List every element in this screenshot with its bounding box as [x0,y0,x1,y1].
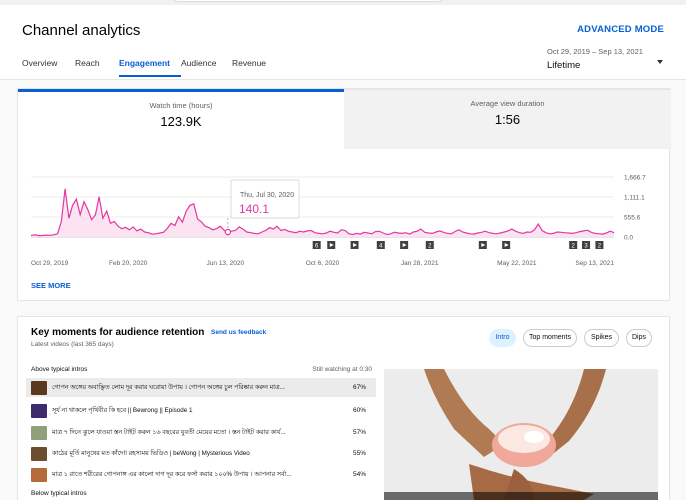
event-count-marker: 4 [376,241,385,250]
chart-area [31,188,614,237]
event-count-marker: 3 [582,241,591,250]
y-tick-label: 555.6 [624,215,641,222]
x-tick-label: Jan 28, 2021 [401,260,439,267]
send-feedback-link[interactable]: Send us feedback [211,329,266,336]
still-watching-label: Still watching at 0:30 [312,366,372,373]
video-thumbnail [31,380,47,395]
video-thumbnail [31,425,47,440]
event-count-marker: 2 [569,241,578,250]
video-frame-image [384,369,658,500]
key-moments-subtitle: Latest videos (last 365 days) [31,341,114,348]
retention-percent: 55% [352,450,366,457]
video-title: মাত্র ৭ দিনে ঝুলে যাওয়া স্তন টাইট করুন … [52,429,286,436]
tooltip-date: Thu, Jul 30, 2020 [240,192,294,199]
retention-percent: 60% [352,407,366,414]
x-tick-label: May 22, 2021 [497,260,537,267]
key-moments-title: Key moments for audience retention [31,327,205,338]
list-item[interactable]: মাত্র ১ রাতে শরীরের গোপনাঙ্গ এর কালো দাগ… [26,465,376,484]
retention-percent: 57% [352,429,366,436]
list-item[interactable]: কাঠের মূর্তি মানুষের মত কাঁদে!! রহস্যময়… [26,444,376,463]
chart-tooltip: Thu, Jul 30, 2020 140.1 [224,179,300,237]
x-axis-labels: Oct 29, 2019 Feb 20, 2020 Jun 13, 2020 Oct … [31,260,614,267]
see-more-link[interactable]: SEE MORE [31,281,71,290]
x-tick-label: Feb 20, 2020 [109,260,148,267]
y-tick-label: 1,666.7 [624,175,646,182]
play-marker-icon [327,241,336,249]
retention-percent: 54% [352,471,366,478]
below-typical-label: Below typical intros [31,490,87,497]
video-thumbnail [31,403,47,418]
play-marker-icon [502,241,511,249]
video-thumbnail [31,446,47,461]
y-tick-label: 1,111.1 [624,195,645,202]
play-marker-icon [350,241,359,249]
retention-percent: 67% [352,384,366,391]
y-tick-label: 0.0 [624,235,633,242]
event-markers: 642232 [312,241,604,250]
x-tick-label: Oct 6, 2020 [306,260,340,267]
y-axis-labels: 1,666.7 1,111.1 555.6 0.0 [624,175,646,242]
video-title: সূর্য না থাকলে পৃথিবীর কি হবে || Bewrong… [52,407,193,414]
chip-spikes[interactable]: Spikes [584,329,619,347]
video-controls[interactable] [384,492,658,500]
video-thumbnail [31,467,47,482]
list-item[interactable]: সূর্য না থাকলে পৃথিবীর কি হবে || Bewrong… [26,401,376,420]
list-item[interactable]: মাত্র ৭ দিনে ঝুলে যাওয়া স্তন টাইট করুন … [26,423,376,442]
chip-dips[interactable]: Dips [626,329,652,347]
video-title: গোপন অঙ্গের অবাঞ্ছিত লোম দূর করার ঘরোয়া… [52,384,285,391]
event-count-marker: 2 [425,241,434,250]
event-count-marker: 6 [312,241,321,250]
play-marker-icon [478,241,487,249]
list-item[interactable]: গোপন অঙ্গের অবাঞ্ছিত লোম দূর করার ঘরোয়া… [26,378,376,397]
chip-intro[interactable]: Intro [489,329,516,347]
video-title: মাত্র ১ রাতে শরীরের গোপনাঙ্গ এর কালো দাগ… [52,471,292,478]
watch-time-chart: 1,666.7 1,111.1 555.6 0.0 Oct 29, 2019 Feb 2… [30,175,646,267]
chip-top-moments[interactable]: Top moments [523,329,577,347]
x-tick-label: Sep 13, 2021 [575,260,614,267]
video-title: কাঠের মূর্তি মানুষের মত কাঁদে!! রহস্যময়… [52,450,250,457]
above-typical-header: Above typical intros Still watching at 0… [31,366,377,373]
event-count-marker: 2 [595,241,604,250]
above-typical-label: Above typical intros [31,366,88,373]
x-tick-label: Jun 13, 2020 [207,260,245,267]
x-tick-label: Oct 29, 2019 [31,260,69,267]
play-marker-icon [400,241,409,249]
video-preview[interactable] [384,369,658,500]
tooltip-value: 140.1 [239,202,269,216]
